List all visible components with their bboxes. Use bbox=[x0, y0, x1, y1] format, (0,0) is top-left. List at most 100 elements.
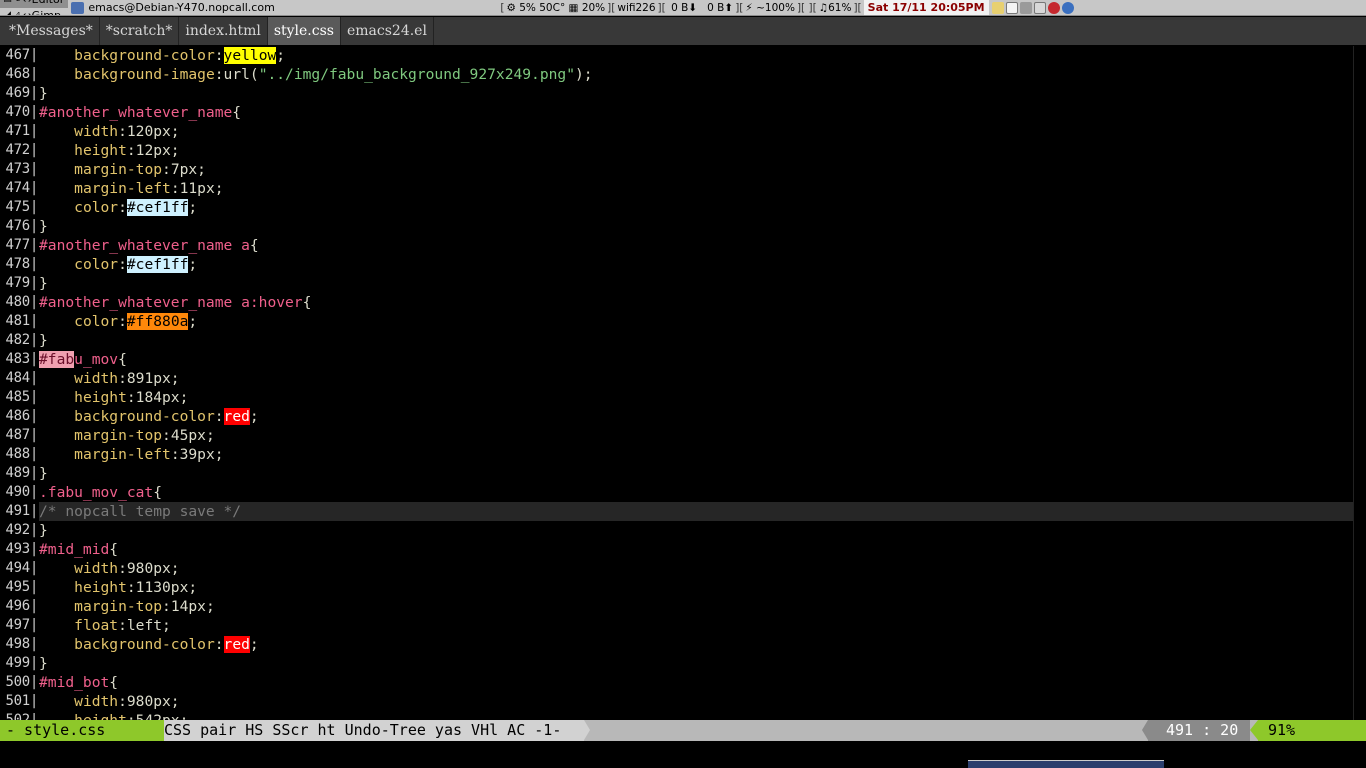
code-line[interactable]: width:891px; bbox=[39, 369, 1353, 388]
token-str: "../img/fabu_background_927x249.png" bbox=[258, 66, 575, 83]
token: :12px; bbox=[126, 142, 180, 159]
taskbar-thumbnail[interactable] bbox=[968, 760, 1164, 768]
code-line[interactable]: margin-left:11px; bbox=[39, 179, 1353, 198]
token-sel: #another_whatever_name a:hover bbox=[39, 294, 303, 311]
token: : bbox=[118, 256, 127, 273]
buffer-tab[interactable]: style.css bbox=[267, 17, 341, 45]
token-prop: width bbox=[74, 693, 119, 710]
token: { bbox=[153, 484, 163, 501]
token: : bbox=[214, 636, 224, 653]
code-line[interactable]: } bbox=[39, 464, 1353, 483]
code-line[interactable]: color:#cef1ff; bbox=[39, 255, 1353, 274]
code-line[interactable]: /* nopcall temp save */ bbox=[39, 502, 1353, 521]
code-line[interactable]: width:980px; bbox=[39, 692, 1353, 711]
workspace-1[interactable]: ▤2↔Editor bbox=[0, 0, 69, 8]
emacs-icon bbox=[71, 1, 85, 14]
code-line[interactable]: #another_whatever_name a{ bbox=[39, 236, 1353, 255]
token: } bbox=[39, 655, 48, 672]
power-icon: ⚡ bbox=[745, 1, 753, 14]
net-up: 0 B bbox=[707, 1, 725, 14]
mode-line-position: 491 : 20 bbox=[1142, 720, 1250, 741]
code-line[interactable]: margin-top:45px; bbox=[39, 426, 1353, 445]
code-line[interactable]: margin-top:14px; bbox=[39, 597, 1353, 616]
code-line[interactable]: height:12px; bbox=[39, 141, 1353, 160]
token: { bbox=[118, 351, 127, 368]
calendar-icon[interactable] bbox=[1033, 1, 1046, 14]
token: : bbox=[118, 199, 127, 216]
token: { bbox=[109, 674, 119, 691]
code-line[interactable]: } bbox=[39, 331, 1353, 350]
code-line[interactable]: background-color:red; bbox=[39, 635, 1353, 654]
code-line[interactable]: color:#ff880a; bbox=[39, 312, 1353, 331]
editor-window[interactable]: 467| 468| 469| 470| 471| 472| 473| 474| 475| 476|… bbox=[0, 46, 1366, 720]
buffer-tab[interactable]: index.html bbox=[179, 17, 268, 45]
buffer-tab[interactable]: emacs24.el bbox=[341, 17, 434, 45]
token-sw-ff880a: #ff880a bbox=[126, 313, 189, 330]
globe-icon[interactable] bbox=[1061, 1, 1074, 14]
line-number: 496| bbox=[5, 598, 38, 614]
code-line[interactable]: #another_whatever_name{ bbox=[39, 103, 1353, 122]
code-line[interactable]: #mid_bot{ bbox=[39, 673, 1353, 692]
code-line[interactable]: background-color:red; bbox=[39, 407, 1353, 426]
code-line[interactable]: background-image:url("../img/fabu_backgr… bbox=[39, 65, 1353, 84]
debian-icon[interactable] bbox=[1047, 1, 1060, 14]
buffer-tab[interactable]: *scratch* bbox=[100, 17, 180, 45]
token-sel: .fabu_mov_cat bbox=[39, 484, 154, 501]
token-prop: margin-top bbox=[74, 598, 163, 615]
code-line[interactable]: } bbox=[39, 217, 1353, 236]
code-line[interactable]: #fabu_mov{ bbox=[39, 350, 1353, 369]
token: ; bbox=[249, 408, 259, 425]
code-line[interactable]: color:#cef1ff; bbox=[39, 198, 1353, 217]
buffer-tab-bar: *Messages* *scratch* index.html style.css em… bbox=[0, 17, 1366, 45]
code-line[interactable]: } bbox=[39, 274, 1353, 293]
code-line[interactable]: } bbox=[39, 521, 1353, 540]
token: } bbox=[39, 85, 48, 102]
token: } bbox=[39, 332, 48, 349]
token-sel: u_mov bbox=[74, 351, 119, 368]
workspace-2[interactable]: ◢ 4 ↔Gimp bbox=[0, 8, 68, 16]
token: : bbox=[214, 47, 224, 64]
code-area[interactable]: background-color:yellow; background-imag… bbox=[39, 46, 1353, 720]
token-prop: height bbox=[74, 142, 127, 159]
code-line[interactable]: margin-left:39px; bbox=[39, 445, 1353, 464]
code-line[interactable]: background-color:yellow; bbox=[39, 46, 1353, 65]
code-line[interactable]: .fabu_mov_cat{ bbox=[39, 483, 1353, 502]
code-line[interactable]: #another_whatever_name a:hover{ bbox=[39, 293, 1353, 312]
code-line[interactable]: width:980px; bbox=[39, 559, 1353, 578]
token-prop: margin-left bbox=[74, 180, 171, 197]
token-prop: background-image bbox=[74, 66, 215, 83]
mode-line-percent: 91% bbox=[1250, 720, 1366, 741]
token: ; bbox=[188, 199, 198, 216]
line-number: 486| bbox=[5, 408, 38, 424]
code-line[interactable]: height:542px; bbox=[39, 711, 1353, 720]
line-number: 481| bbox=[5, 313, 38, 329]
token: :left; bbox=[118, 617, 171, 634]
book-icon[interactable] bbox=[1005, 1, 1018, 14]
token-sw-red: red bbox=[223, 636, 250, 653]
code-line[interactable]: float:left; bbox=[39, 616, 1353, 635]
window-title-text: emacs@Debian-Y470.nopcall.com bbox=[88, 1, 275, 14]
printer-icon[interactable] bbox=[1019, 1, 1032, 14]
code-line[interactable]: margin-top:7px; bbox=[39, 160, 1353, 179]
arrow-down-icon: ⬇ bbox=[688, 1, 698, 14]
code-line[interactable]: width:120px; bbox=[39, 122, 1353, 141]
line-number: 491| bbox=[5, 503, 38, 519]
token-prop: color bbox=[74, 199, 119, 216]
code-line[interactable]: height:1130px; bbox=[39, 578, 1353, 597]
code-line[interactable]: #mid_mid{ bbox=[39, 540, 1353, 559]
vertical-scrollbar[interactable] bbox=[1353, 46, 1366, 720]
code-line[interactable]: } bbox=[39, 654, 1353, 673]
code-line[interactable]: } bbox=[39, 84, 1353, 103]
token-sw-cef1ff: #cef1ff bbox=[126, 199, 189, 216]
code-line[interactable]: height:184px; bbox=[39, 388, 1353, 407]
line-number: 469| bbox=[5, 85, 38, 101]
mode-line-buffer-name: - style.css bbox=[0, 720, 170, 741]
battery-level: ~100% bbox=[756, 1, 795, 14]
buffer-tab[interactable]: *Messages* bbox=[3, 17, 100, 45]
token: ; bbox=[188, 256, 198, 273]
notes-icon[interactable] bbox=[991, 1, 1004, 14]
workspace-label: ↔Gimp bbox=[22, 9, 61, 16]
